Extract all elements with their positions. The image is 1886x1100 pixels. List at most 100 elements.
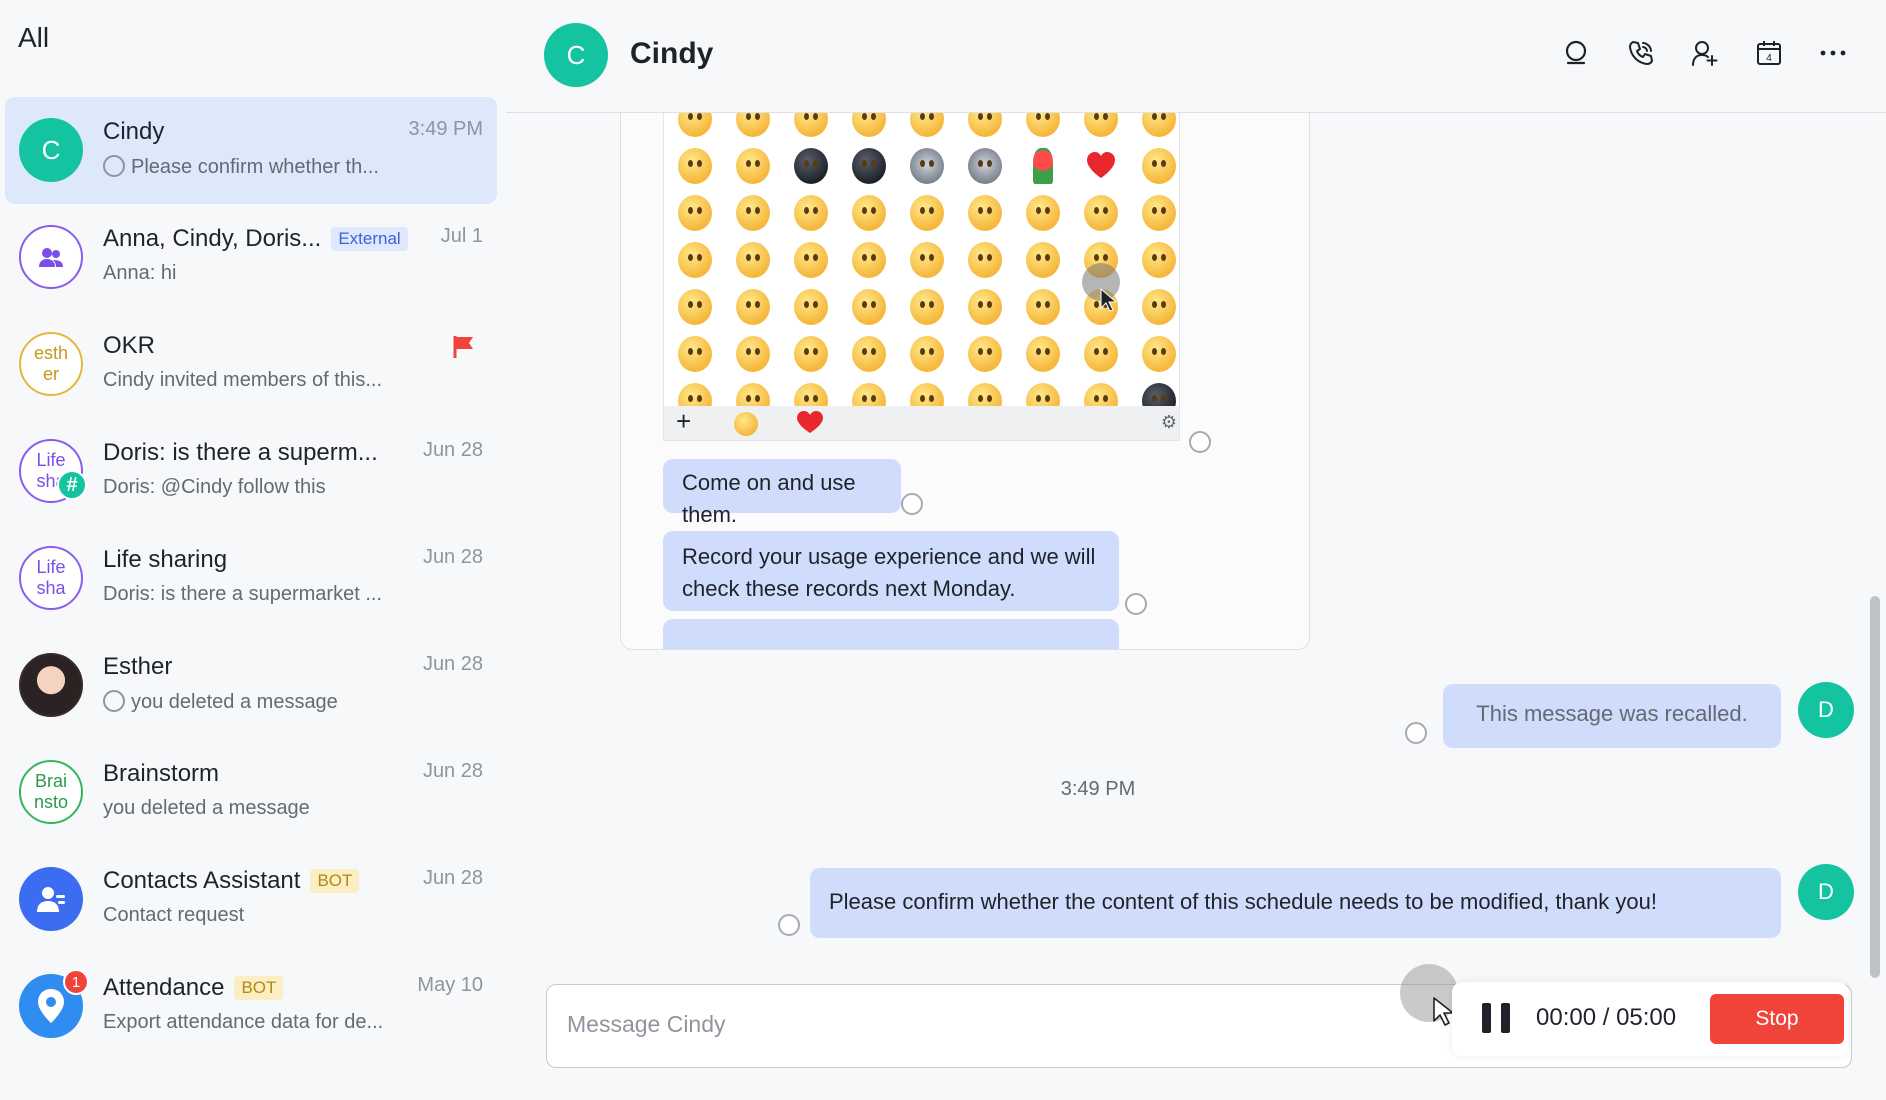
- avatar-text-line: esth: [33, 343, 69, 363]
- calendar-icon[interactable]: 4: [1752, 36, 1786, 70]
- chat-list: C Cindy 3:49 PM Please confirm whether t…: [5, 97, 497, 1060]
- recalled-message-notice: This message was recalled.: [1443, 684, 1781, 748]
- location-pin-icon: [38, 989, 64, 1023]
- chat-preview: you deleted a message: [103, 690, 338, 714]
- chat-name-text: Anna, Cindy, Doris...: [103, 225, 322, 252]
- avatar-initial: C: [41, 134, 61, 165]
- search-icon[interactable]: [1560, 36, 1594, 70]
- emoji-icon: [910, 289, 944, 325]
- emoji-icon: [678, 242, 712, 278]
- message-bubble-partial[interactable]: [663, 619, 1119, 649]
- emoji-icon: [794, 113, 828, 137]
- chat-time: May 10: [417, 974, 483, 996]
- cursor-icon: [1433, 997, 1454, 1026]
- chat-name: OKR: [103, 332, 156, 359]
- avatar-text-line: er: [42, 364, 59, 384]
- read-status-icon: [1125, 593, 1147, 615]
- header-avatar[interactable]: C: [544, 23, 608, 87]
- chat-preview: Export attendance data for de...: [103, 1011, 384, 1033]
- more-icon[interactable]: [1816, 36, 1850, 70]
- chat-sidebar: All C Cindy 3:49 PM Please confirm wheth…: [0, 0, 506, 1100]
- heart-icon: [797, 411, 823, 433]
- chat-item-doris-topic[interactable]: Life sha # Doris: is there a superm... Ju…: [5, 418, 497, 525]
- chat-time: Jun 28: [422, 546, 483, 568]
- avatar-text-line: Brai: [34, 771, 67, 791]
- chat-preview: Contact request: [103, 904, 245, 926]
- chat-time: Jun 28: [422, 439, 483, 461]
- my-avatar[interactable]: D: [1798, 864, 1854, 920]
- heart-emoji-icon: [1084, 148, 1118, 184]
- bot-tag: BOT: [310, 869, 360, 893]
- emoji-icon: [794, 242, 828, 278]
- chat-name: Attendance BOT: [103, 974, 284, 1002]
- chat-item-attendance[interactable]: 1 Attendance BOT May 10 Export attendance…: [5, 953, 497, 1060]
- message-bubble[interactable]: Please confirm whether the content of th…: [810, 868, 1781, 938]
- chat-preview: Doris: @Cindy follow this: [103, 476, 326, 498]
- chat-preview: Doris: is there a supermarket ...: [103, 583, 382, 605]
- emoji-icon: [852, 336, 886, 372]
- chat-time: 3:49 PM: [408, 118, 483, 140]
- chat-item-okr[interactable]: esth er OKR Cindy invited members of this…: [5, 311, 497, 418]
- chat-item-life-sharing[interactable]: Life sha Life sharing Jun 28 Doris: is th…: [5, 525, 497, 632]
- smile-emoji-icon: [734, 412, 758, 436]
- chat-item-contacts-assistant[interactable]: Contacts Assistant BOT Jun 28 Contact req…: [5, 846, 497, 953]
- unread-count-badge: 1: [63, 969, 89, 995]
- cursor-icon: [1100, 288, 1116, 312]
- emoji-icon: [736, 113, 770, 137]
- emoji-icon: [910, 195, 944, 231]
- chat-item-cindy[interactable]: C Cindy 3:49 PM Please confirm whether t…: [5, 97, 497, 204]
- chat-preview: Cindy invited members of this...: [103, 369, 382, 391]
- emoji-icon: [736, 336, 770, 372]
- emoji-icon: [678, 148, 712, 184]
- emoji-icon: [794, 289, 828, 325]
- emoji-icon: [678, 113, 712, 137]
- avatar: esth er: [19, 332, 83, 396]
- chat-preview: you deleted a message: [103, 797, 310, 819]
- chat-preview-text: you deleted a message: [131, 691, 338, 713]
- my-avatar[interactable]: D: [1798, 682, 1854, 738]
- phone-icon[interactable]: [1624, 36, 1658, 70]
- emoji-icon: [910, 113, 944, 137]
- calendar-day: 4: [1766, 53, 1772, 64]
- topic-hash-icon: #: [57, 470, 87, 500]
- pause-icon[interactable]: [1482, 1003, 1510, 1033]
- emoji-icon: [794, 195, 828, 231]
- chat-preview-text: Please confirm whether th...: [131, 156, 379, 178]
- read-status-icon: [1189, 431, 1211, 453]
- chat-name: Doris: is there a superm...: [103, 439, 378, 466]
- voice-recorder: 00:00 / 05:00 Stop: [1452, 982, 1848, 1056]
- chat-preview: Anna: hi: [103, 262, 177, 284]
- emoji-icon: [678, 336, 712, 372]
- message-bubble[interactable]: Come on and use them.: [663, 459, 901, 527]
- emoji-icon: [1142, 148, 1176, 184]
- scrollbar[interactable]: [1870, 596, 1880, 978]
- forwarded-message-card[interactable]: + ⚙ Come on and use them. Record your us…: [620, 113, 1310, 650]
- emoji-icon: [1142, 336, 1176, 372]
- chat-name: Life sharing: [103, 546, 228, 573]
- emoji-screenshot-image: + ⚙: [663, 113, 1180, 441]
- chat-item-esther[interactable]: Esther Jun 28 you deleted a message: [5, 632, 497, 739]
- sidebar-title[interactable]: All: [18, 22, 49, 54]
- read-status-icon: [778, 914, 800, 936]
- emoji-icon: [1142, 195, 1176, 231]
- conversation-title: Cindy: [630, 37, 714, 70]
- message-bubble[interactable]: Record your usage experience and we will…: [663, 531, 1119, 611]
- avatar-photo: [19, 653, 83, 717]
- add-member-icon[interactable]: [1688, 36, 1722, 70]
- unread-status-icon: [103, 690, 125, 712]
- emoji-icon: [1084, 195, 1118, 231]
- chat-item-group-anna[interactable]: Anna, Cindy, Doris... External Jul 1 Anna…: [5, 204, 497, 311]
- chat-item-brainstorm[interactable]: Brai nsto Brainstorm Jun 28 you deleted a…: [5, 739, 497, 846]
- message-timestamp: 3:49 PM: [1060, 778, 1136, 800]
- emoji-icon: [852, 242, 886, 278]
- emoji-icon: [1084, 113, 1118, 137]
- emoji-icon: [968, 242, 1002, 278]
- emoji-icon: [794, 336, 828, 372]
- emoji-icon: [736, 148, 770, 184]
- bot-tag: BOT: [234, 976, 284, 1000]
- flag-icon[interactable]: [453, 335, 475, 359]
- stop-recording-button[interactable]: Stop: [1710, 994, 1844, 1044]
- read-status-icon: [1405, 722, 1427, 744]
- avatar-text-line: Life: [36, 450, 66, 470]
- chat-preview: Please confirm whether th...: [103, 155, 379, 179]
